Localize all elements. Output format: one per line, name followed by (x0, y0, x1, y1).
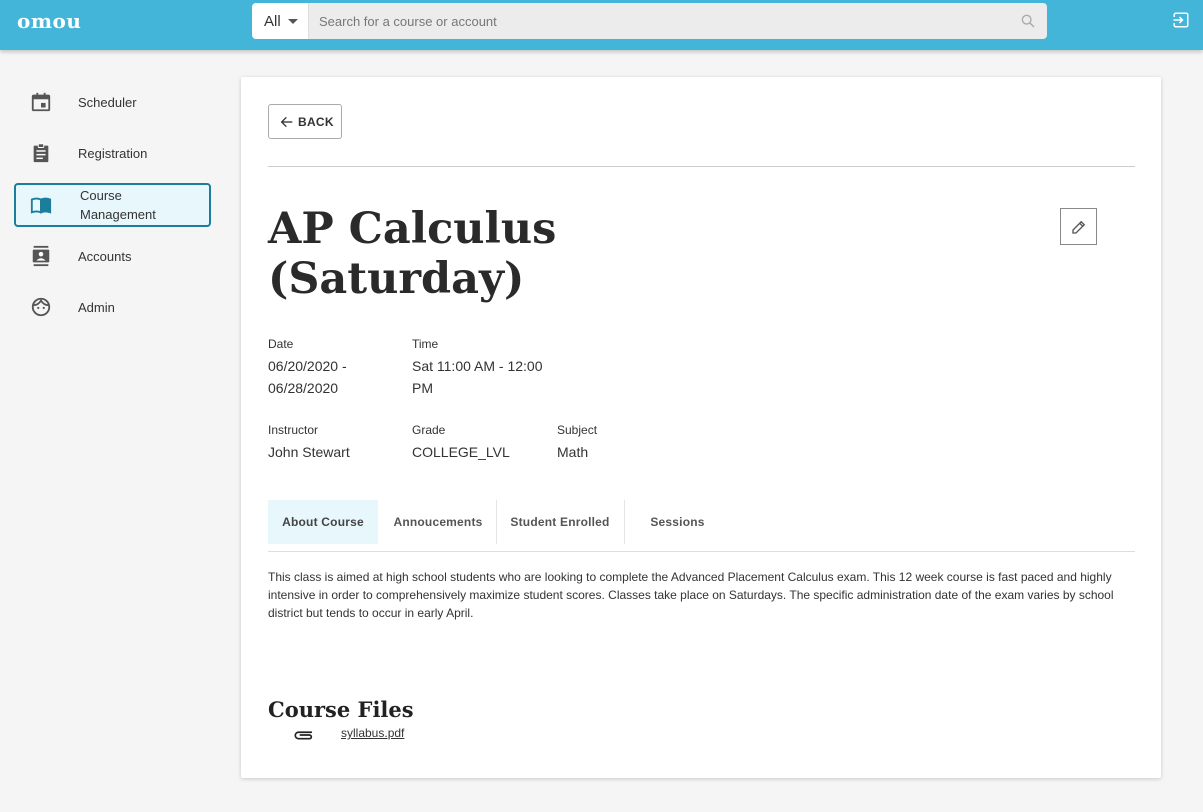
instructor-field: Instructor John Stewart (268, 423, 398, 463)
app-logo[interactable]: omou (17, 9, 81, 33)
tab-divider (624, 500, 625, 544)
edit-course-button[interactable] (1060, 208, 1097, 245)
search-input[interactable] (309, 3, 1047, 39)
sidebar-item-accounts[interactable]: Accounts (14, 234, 211, 278)
calendar-icon (31, 92, 51, 112)
book-icon (30, 197, 52, 214)
instructor-value: John Stewart (268, 444, 350, 460)
time-label: Time (412, 337, 439, 351)
sidebar-item-label: Scheduler (78, 94, 137, 110)
tab-student-enrolled[interactable]: Student Enrolled (502, 500, 618, 544)
logout-icon[interactable] (1172, 11, 1190, 29)
sidebar-item-label: Accounts (78, 248, 132, 264)
date-label: Date (268, 337, 294, 351)
pencil-icon (1071, 220, 1085, 234)
tab-announcements[interactable]: Annoucements (383, 500, 493, 544)
sidebar-item-admin[interactable]: Admin (14, 285, 211, 329)
tab-divider (496, 500, 497, 544)
grade-value: COLLEGE_LVL (412, 444, 510, 460)
subject-label: Subject (557, 423, 598, 437)
time-value: Sat 11:00 AM - 12:00 PM (412, 358, 543, 396)
date-field: Date 06/20/2020 - 06/28/2020 (268, 337, 378, 399)
back-button[interactable]: BACK (268, 104, 342, 139)
tab-sessions[interactable]: Sessions (630, 500, 725, 544)
subject-value: Math (557, 444, 589, 460)
header-divider (268, 166, 1135, 167)
sidebar-item-registration[interactable]: Registration (14, 131, 211, 175)
grade-field: Grade COLLEGE_LVL (412, 423, 542, 463)
instructor-label: Instructor (268, 423, 319, 437)
face-icon (31, 297, 51, 317)
contacts-icon (32, 245, 50, 267)
course-description: This class is aimed at high school stude… (268, 570, 1114, 620)
file-link-syllabus[interactable]: syllabus.pdf (341, 726, 404, 740)
sidebar-item-course-management[interactable]: Course Management (14, 183, 211, 227)
back-button-label: BACK (298, 114, 334, 129)
search-icon[interactable] (1020, 13, 1036, 29)
date-value: 06/20/2020 - 06/28/2020 (268, 358, 347, 396)
paperclip-icon (294, 731, 313, 740)
course-detail-card: BACK AP Calculus (Saturday) Date 06/20/2… (241, 77, 1161, 778)
sidebar-item-label: Registration (78, 145, 148, 161)
time-field: Time Sat 11:00 AM - 12:00 PM (412, 337, 562, 399)
sidebar-item-label: Admin (78, 299, 115, 315)
clipboard-icon (33, 143, 49, 163)
course-files-heading: Course Files (268, 697, 414, 722)
sidebar-item-scheduler[interactable]: Scheduler (14, 80, 211, 124)
arrow-left-icon (280, 116, 293, 127)
search-category-select[interactable]: All (252, 3, 309, 39)
subject-field: Subject Math (557, 423, 687, 463)
search-bar: All (252, 3, 1047, 39)
chevron-down-icon (287, 18, 298, 24)
search-category-value: All (264, 12, 281, 30)
grade-label: Grade (412, 423, 446, 437)
top-app-bar: omou All (0, 0, 1203, 50)
tab-about-course[interactable]: About Course (268, 500, 378, 544)
course-tabs: About Course Annoucements Student Enroll… (268, 500, 1135, 552)
sidebar-item-label: Course Management (80, 188, 156, 222)
page-title: AP Calculus (Saturday) (268, 204, 557, 304)
